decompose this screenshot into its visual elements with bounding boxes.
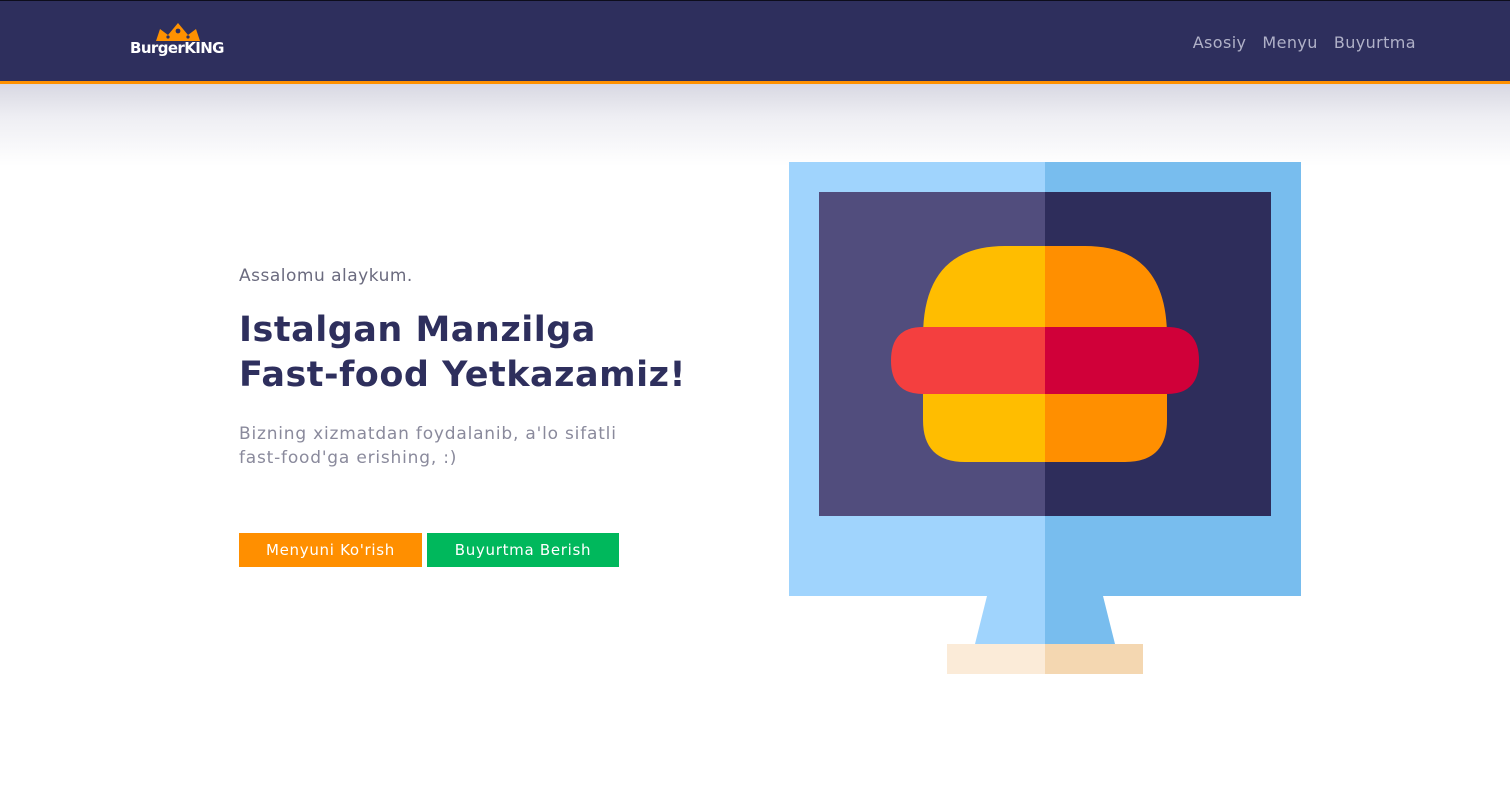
monitor-burger-icon <box>789 162 1301 674</box>
main-nav: Asosiy Menyu Buyurtma <box>1193 33 1416 52</box>
header-shadow <box>0 84 1510 166</box>
hero-subtext: Bizning xizmatdan foydalanib, a'lo sifat… <box>239 424 617 468</box>
brand-name: BurgerKING <box>130 39 224 57</box>
nav-link-asosiy[interactable]: Asosiy <box>1193 33 1247 52</box>
place-order-button[interactable]: Buyurtma Berish <box>427 533 619 567</box>
hero-headline: Istalgan Manzilga Fast-food Yetkazamiz! <box>239 308 739 398</box>
hero-headline-line2: Fast-food Yetkazamiz! <box>239 355 686 395</box>
navbar: BurgerKING Asosiy Menyu Buyurtma <box>0 0 1510 84</box>
nav-link-menyu[interactable]: Menyu <box>1262 33 1317 52</box>
nav-link-buyurtma[interactable]: Buyurtma <box>1334 33 1416 52</box>
hero-headline-line1: Istalgan Manzilga <box>239 310 596 350</box>
view-menu-button[interactable]: Menyuni Ko'rish <box>239 533 422 567</box>
hero-section: Assalomu alaykum. Istalgan Manzilga Fast… <box>239 266 739 470</box>
hero-greeting: Assalomu alaykum. <box>239 266 413 286</box>
brand-logo[interactable]: BurgerKING <box>128 21 248 63</box>
